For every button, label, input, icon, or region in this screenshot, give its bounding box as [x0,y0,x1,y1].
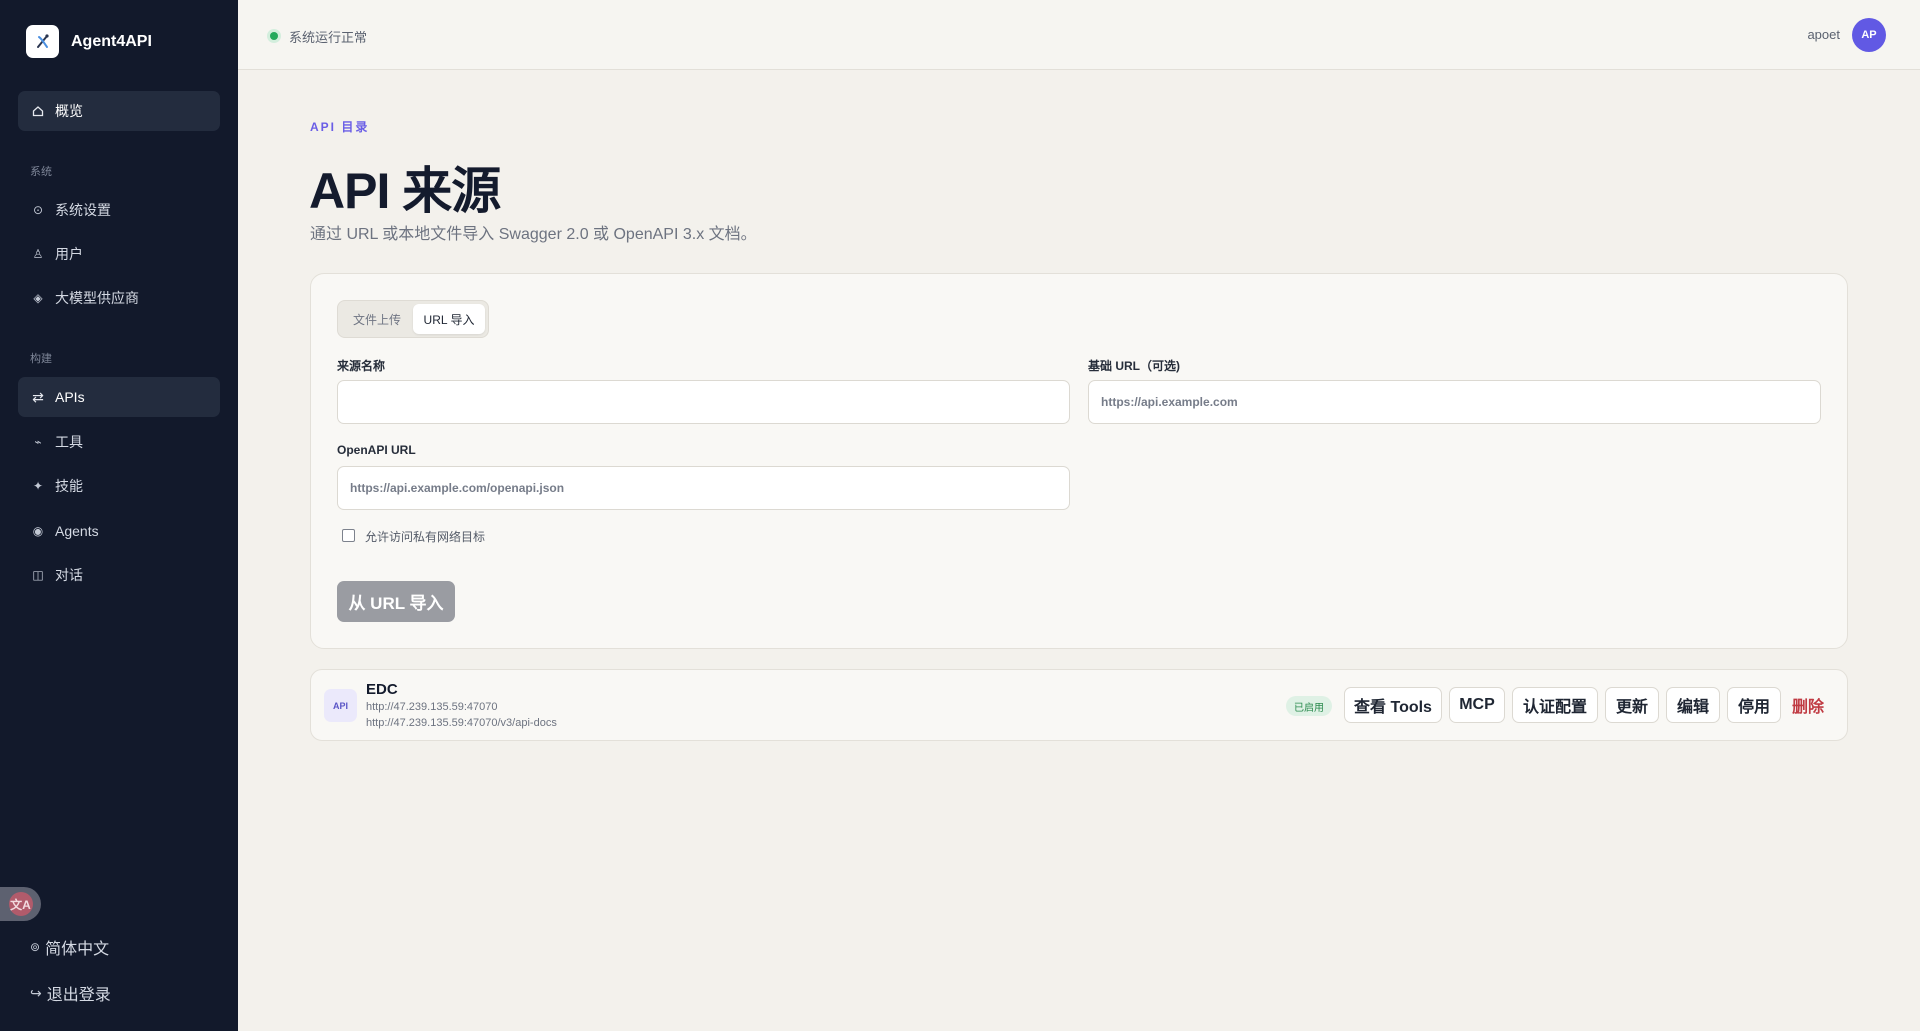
app-name: Agent4API [71,32,152,50]
page-subtitle: 通过 URL 或本地文件导入 Swagger 2.0 或 OpenAPI 3.x… [310,226,757,243]
sidebar-item-skills[interactable]: ✦ 技能 [18,466,220,506]
user-name[interactable]: apoet [1807,27,1840,42]
sidebar-section-title: 构建 [30,353,52,365]
import-form-card: 文件上传 URL 导入 来源名称 基础 URL（可选) OpenAPI URL … [310,273,1848,649]
sidebar-item-label: 系统设置 [55,202,111,218]
sparkle-icon: ✦ [32,479,44,493]
source-name: EDC [366,681,398,698]
delete-button[interactable]: 删除 [1792,687,1824,723]
allow-private-network-label: 允许访问私有网络目标 [365,530,486,544]
tool-icon: ⌁ [34,435,42,449]
sidebar-item-label: 概览 [55,103,83,119]
translate-button[interactable]: 文A [0,887,41,921]
sidebar-item-chat[interactable]: ◫ 对话 [18,555,220,595]
settings-icon: ⊙ [32,203,44,217]
import-from-url-button[interactable]: 从 URL 导入 [337,581,455,622]
source-name-input[interactable] [337,380,1070,424]
disable-button[interactable]: 停用 [1727,687,1781,723]
page-eyebrow: API 目录 [310,120,370,134]
sidebar-item-label: 大模型供应商 [55,290,139,306]
sidebar-item-label: 用户 [55,246,83,262]
page-title: API 来源 [309,163,501,219]
sidebar-item-users[interactable]: ♙ 用户 [18,234,220,274]
import-mode-tabs: 文件上传 URL 导入 [337,300,489,338]
sidebar-item-apis[interactable]: ⇄ APIs [18,377,220,417]
sidebar-item-system-settings[interactable]: ⊙ 系统设置 [18,190,220,230]
status-indicator-icon [270,32,278,40]
brand[interactable]: Agent4API [26,25,152,58]
sidebar-item-label: 工具 [55,434,83,450]
mcp-button[interactable]: MCP [1449,687,1505,723]
globe-icon: ⊚ [30,940,41,954]
swap-arrows-icon: ⇄ [32,388,44,405]
status-badge: 已启用 [1286,696,1332,716]
base-url-label: 基础 URL（可选) [1088,359,1180,373]
sidebar-item-label: Agents [55,523,99,539]
logout-button[interactable]: ↪ 退出登录 [30,981,111,1005]
sidebar-item-overview[interactable]: 概览 [18,91,220,131]
refresh-button[interactable]: 更新 [1605,687,1659,723]
source-name-label: 来源名称 [337,359,386,373]
sidebar-item-label: 对话 [55,567,83,583]
source-base-url: http://47.239.135.59:47070 [366,701,498,713]
target-icon: ◉ [32,524,44,538]
home-icon [30,105,46,117]
view-tools-button[interactable]: 查看 Tools [1344,687,1442,723]
tab-url-import[interactable]: URL 导入 [413,304,485,334]
translate-icon: 文A [8,892,33,916]
tab-file-upload[interactable]: 文件上传 [341,304,413,334]
openapi-url-input[interactable] [337,466,1070,510]
sidebar-section-title: 系统 [30,166,52,178]
system-status-text: 系统运行正常 [289,30,368,45]
sidebar: Agent4API 概览 系统 ⊙ 系统设置 ♙ 用户 ◈ 大模型供应商 构建 … [0,0,238,1031]
base-url-input[interactable] [1088,380,1821,424]
sidebar-item-label: 技能 [55,478,83,494]
avatar[interactable]: AP [1852,18,1886,52]
sidebar-item-tools[interactable]: ⌁ 工具 [18,422,220,462]
diamond-icon: ◈ [33,291,43,305]
source-spec-url: http://47.239.135.59:47070/v3/api-docs [366,717,557,729]
user-icon: ♙ [32,247,44,261]
sidebar-item-agents[interactable]: ◉ Agents [18,511,220,551]
chat-panel-icon: ◫ [32,568,44,582]
allow-private-network-checkbox[interactable] [342,529,355,542]
sidebar-item-label: APIs [55,389,85,405]
edit-button[interactable]: 编辑 [1666,687,1720,723]
api-badge-icon: API [324,689,357,722]
auth-config-button[interactable]: 认证配置 [1512,687,1598,723]
sidebar-item-llm-providers[interactable]: ◈ 大模型供应商 [18,278,220,318]
language-switcher[interactable]: ⊚ 简体中文 [30,935,109,959]
agent-logo-icon [26,25,59,58]
language-label: 简体中文 [45,941,110,958]
openapi-url-label: OpenAPI URL [337,443,416,457]
topbar: 系统运行正常 apoet AP [238,0,1920,70]
logout-label: 退出登录 [46,987,111,1004]
api-source-row: API EDC http://47.239.135.59:47070 http:… [310,669,1848,741]
logout-icon: ↪ [30,984,42,1001]
